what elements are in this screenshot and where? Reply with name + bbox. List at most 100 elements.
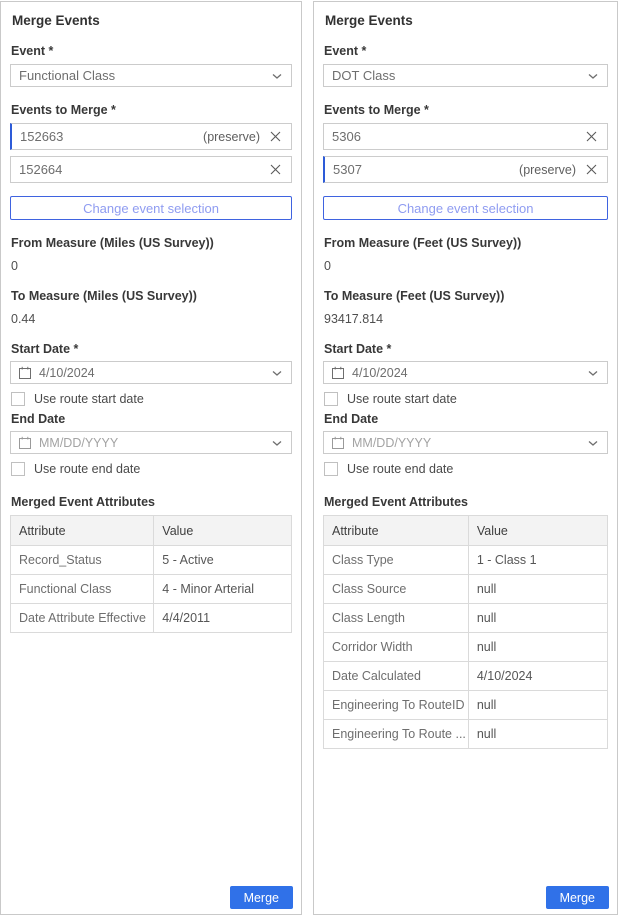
attribute-cell: Record_Status bbox=[11, 546, 154, 575]
merge-button[interactable]: Merge bbox=[230, 886, 293, 909]
table-row: Corridor Width null bbox=[324, 633, 608, 662]
merged-event-attributes-label: Merged Event Attributes bbox=[11, 495, 292, 509]
table-row: Date Calculated 4/10/2024 bbox=[324, 662, 608, 691]
attribute-column-header: Attribute bbox=[11, 516, 154, 546]
use-route-end-date-label: Use route end date bbox=[34, 462, 140, 476]
use-route-end-date-checkbox[interactable] bbox=[324, 462, 338, 476]
use-route-start-date-checkbox[interactable] bbox=[11, 392, 25, 406]
to-measure-value: 93417.814 bbox=[324, 312, 608, 326]
event-select-value: Functional Class bbox=[19, 68, 271, 83]
start-date-label: Start Date * bbox=[324, 342, 608, 356]
to-measure-value: 0.44 bbox=[11, 312, 292, 326]
from-measure-label: From Measure (Miles (US Survey)) bbox=[11, 236, 292, 250]
from-measure-value: 0 bbox=[324, 259, 608, 273]
start-date-value: 4/10/2024 bbox=[352, 366, 587, 380]
value-cell: null bbox=[468, 604, 607, 633]
table-row: Functional Class 4 - Minor Arterial bbox=[11, 575, 292, 604]
clear-icon[interactable] bbox=[585, 130, 598, 143]
chevron-down-icon bbox=[587, 439, 599, 447]
merged-event-attributes-table: Attribute Value Record_Status 5 - Active… bbox=[10, 515, 292, 633]
table-row: Engineering To RouteID null bbox=[324, 691, 608, 720]
table-row: Class Length null bbox=[324, 604, 608, 633]
attribute-cell: Class Source bbox=[324, 575, 469, 604]
end-date-picker[interactable]: MM/DD/YYYY bbox=[10, 431, 292, 454]
start-date-label: Start Date * bbox=[11, 342, 292, 356]
events-to-merge-label: Events to Merge * bbox=[11, 103, 292, 117]
from-measure-value: 0 bbox=[11, 259, 292, 273]
start-date-picker[interactable]: 4/10/2024 bbox=[323, 361, 608, 384]
chevron-down-icon bbox=[271, 439, 283, 447]
value-cell: 5 - Active bbox=[154, 546, 292, 575]
clear-icon[interactable] bbox=[585, 163, 598, 176]
panel-title: Merge Events bbox=[325, 13, 608, 28]
attribute-cell: Date Calculated bbox=[324, 662, 469, 691]
use-route-end-date-row: Use route end date bbox=[324, 462, 608, 476]
attribute-cell: Date Attribute Effective bbox=[11, 604, 154, 633]
clear-icon[interactable] bbox=[269, 163, 282, 176]
table-row: Record_Status 5 - Active bbox=[11, 546, 292, 575]
clear-icon[interactable] bbox=[269, 130, 282, 143]
events-to-merge-label: Events to Merge * bbox=[324, 103, 608, 117]
use-route-end-date-row: Use route end date bbox=[11, 462, 292, 476]
event-to-merge-input[interactable] bbox=[324, 124, 607, 149]
value-cell: 4/4/2011 bbox=[154, 604, 292, 633]
value-column-header: Value bbox=[468, 516, 607, 546]
value-cell: null bbox=[468, 633, 607, 662]
use-route-start-date-row: Use route start date bbox=[324, 392, 608, 406]
chevron-down-icon bbox=[271, 369, 283, 377]
merge-events-panel-right: Merge Events Event * DOT Class Events to… bbox=[313, 1, 618, 915]
use-route-start-date-checkbox[interactable] bbox=[324, 392, 338, 406]
end-date-picker[interactable]: MM/DD/YYYY bbox=[323, 431, 608, 454]
end-date-label: End Date bbox=[324, 412, 608, 426]
merge-button[interactable]: Merge bbox=[546, 886, 609, 909]
value-column-header: Value bbox=[154, 516, 292, 546]
start-date-picker[interactable]: 4/10/2024 bbox=[10, 361, 292, 384]
change-event-selection-button[interactable]: Change event selection bbox=[323, 196, 608, 220]
event-label: Event * bbox=[11, 44, 292, 58]
event-select[interactable]: DOT Class bbox=[323, 64, 608, 87]
merged-event-attributes-table: Attribute Value Class Type 1 - Class 1 C… bbox=[323, 515, 608, 749]
from-measure-label: From Measure (Feet (US Survey)) bbox=[324, 236, 608, 250]
panel-title: Merge Events bbox=[12, 13, 292, 28]
event-label: Event * bbox=[324, 44, 608, 58]
table-header-row: Attribute Value bbox=[11, 516, 292, 546]
end-date-placeholder: MM/DD/YYYY bbox=[352, 436, 587, 450]
event-select-value: DOT Class bbox=[332, 68, 587, 83]
use-route-start-date-label: Use route start date bbox=[347, 392, 457, 406]
end-date-label: End Date bbox=[11, 412, 292, 426]
calendar-icon bbox=[18, 366, 32, 380]
value-cell: 4/10/2024 bbox=[468, 662, 607, 691]
calendar-icon bbox=[331, 436, 345, 450]
attribute-cell: Engineering To Route ... bbox=[324, 720, 469, 749]
event-to-merge-input[interactable] bbox=[11, 157, 291, 182]
event-select[interactable]: Functional Class bbox=[10, 64, 292, 87]
event-to-merge-field bbox=[10, 156, 292, 183]
start-date-value: 4/10/2024 bbox=[39, 366, 271, 380]
table-header-row: Attribute Value bbox=[324, 516, 608, 546]
chevron-down-icon bbox=[271, 72, 283, 80]
merged-event-attributes-label: Merged Event Attributes bbox=[324, 495, 608, 509]
calendar-icon bbox=[18, 436, 32, 450]
attribute-cell: Corridor Width bbox=[324, 633, 469, 662]
chevron-down-icon bbox=[587, 72, 599, 80]
end-date-placeholder: MM/DD/YYYY bbox=[39, 436, 271, 450]
table-row: Class Source null bbox=[324, 575, 608, 604]
calendar-icon bbox=[331, 366, 345, 380]
attribute-cell: Engineering To RouteID bbox=[324, 691, 469, 720]
use-route-end-date-checkbox[interactable] bbox=[11, 462, 25, 476]
to-measure-label: To Measure (Miles (US Survey)) bbox=[11, 289, 292, 303]
attribute-cell: Class Type bbox=[324, 546, 469, 575]
value-cell: null bbox=[468, 691, 607, 720]
preserve-tag: (preserve) bbox=[519, 163, 576, 177]
merge-events-panel-left: Merge Events Event * Functional Class Ev… bbox=[0, 1, 302, 915]
chevron-down-icon bbox=[587, 369, 599, 377]
preserve-tag: (preserve) bbox=[203, 130, 260, 144]
value-cell: null bbox=[468, 575, 607, 604]
event-to-merge-field: (preserve) bbox=[10, 123, 292, 150]
event-to-merge-field: (preserve) bbox=[323, 156, 608, 183]
use-route-start-date-label: Use route start date bbox=[34, 392, 144, 406]
table-row: Class Type 1 - Class 1 bbox=[324, 546, 608, 575]
table-row: Date Attribute Effective 4/4/2011 bbox=[11, 604, 292, 633]
attribute-column-header: Attribute bbox=[324, 516, 469, 546]
change-event-selection-button[interactable]: Change event selection bbox=[10, 196, 292, 220]
